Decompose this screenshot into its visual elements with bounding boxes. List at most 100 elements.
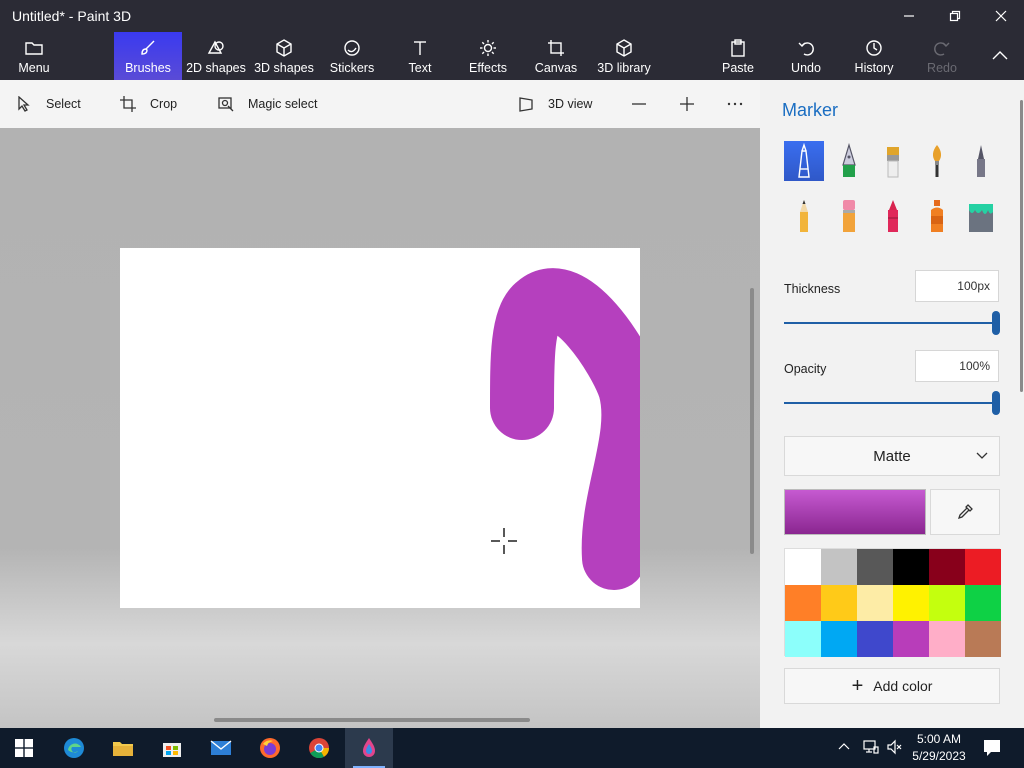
current-color-swatch[interactable] [784,489,926,535]
thickness-slider-thumb[interactable] [992,311,1000,335]
paste-button[interactable]: Paste [716,32,760,80]
taskbar-paint-3d[interactable] [345,728,393,768]
minimize-button[interactable] [886,0,932,32]
sticker-icon [344,40,360,56]
select-button[interactable]: Select [16,92,81,116]
watercolor-brush[interactable] [917,141,957,181]
color-swatch[interactable] [821,549,857,585]
paint-3d-icon [363,738,375,757]
network-tray-button[interactable] [862,738,880,761]
firefox-icon [260,738,280,758]
collapse-ribbon-button[interactable] [980,32,1020,80]
opacity-slider-track[interactable] [784,402,1000,404]
marker-brush[interactable] [784,141,824,181]
plus-icon: + [851,675,864,697]
add-color-button[interactable]: + Add color [784,668,1000,704]
taskbar-mail[interactable] [197,728,245,768]
eyedropper-button[interactable] [930,489,1000,535]
restore-button[interactable] [932,0,978,32]
tab-3d-library[interactable]: 3D library [594,32,654,80]
crosshair-cursor-icon [491,528,517,554]
color-swatch[interactable] [929,621,965,657]
close-button[interactable] [978,0,1024,32]
finish-dropdown[interactable]: Matte [784,436,1000,476]
menu-button[interactable]: Menu [4,32,64,80]
magic-select-button[interactable]: Magic select [218,92,317,116]
color-swatch[interactable] [965,621,1001,657]
thickness-input[interactable]: 100px [915,270,999,302]
taskbar-chrome[interactable] [295,728,343,768]
brush-icon [141,40,155,55]
color-swatch[interactable] [785,549,821,585]
pixel-pen-brush[interactable] [961,141,1001,181]
color-swatch[interactable] [785,621,821,657]
tab-stickers[interactable]: Stickers [324,32,380,80]
minimize-icon [904,15,914,17]
panel-scrollbar[interactable] [1020,100,1023,392]
volume-tray-button[interactable] [886,738,904,761]
cube-icon [276,39,292,57]
more-options-button[interactable] [727,92,743,116]
color-swatch[interactable] [857,585,893,621]
color-swatch[interactable] [965,549,1001,585]
zoom-in-button[interactable] [679,92,695,116]
taskbar-store[interactable] [148,728,196,768]
text-icon [414,41,426,55]
workspace[interactable] [0,128,760,728]
zoom-out-button[interactable] [631,92,647,116]
color-swatch[interactable] [785,585,821,621]
color-swatch[interactable] [929,549,965,585]
start-button[interactable] [0,728,48,768]
drawing-canvas[interactable] [120,248,640,608]
pencil-brush[interactable] [784,196,824,236]
vertical-scrollbar[interactable] [750,288,754,554]
notifications-button[interactable]: 2 [982,738,1004,763]
crop-button[interactable]: Crop [120,92,177,116]
color-swatch[interactable] [965,585,1001,621]
3d-view-button[interactable]: 3D view [518,92,592,116]
history-button[interactable]: History [850,32,898,80]
calligraphy-pen-brush[interactable] [829,141,869,181]
oil-brush[interactable] [873,141,913,181]
horizontal-scrollbar[interactable] [214,718,530,722]
color-swatch[interactable] [929,585,965,621]
taskbar-edge[interactable] [50,728,98,768]
opacity-input[interactable]: 100% [915,350,999,382]
color-swatch[interactable] [857,621,893,657]
color-swatch[interactable] [821,621,857,657]
undo-button[interactable]: Undo [784,32,828,80]
color-swatch[interactable] [893,549,929,585]
pencil-icon [800,200,808,232]
show-hidden-icons-button[interactable] [836,738,852,759]
2d-shapes-icon [207,40,224,54]
plus-icon [680,97,694,111]
oil-brush-icon [887,147,899,178]
color-swatch[interactable] [857,549,893,585]
thickness-slider-track[interactable] [784,322,1000,324]
tab-canvas[interactable]: Canvas [530,32,582,80]
store-icon [163,743,181,757]
color-swatch[interactable] [893,585,929,621]
minus-icon [632,103,646,105]
tab-text[interactable]: Text [396,32,444,80]
crayon-brush[interactable] [873,196,913,236]
tab-brushes[interactable]: Brushes [114,32,182,80]
redo-button[interactable]: Redo [920,32,964,80]
tab-effects[interactable]: Effects [462,32,514,80]
spray-can-brush[interactable] [917,196,957,236]
clipboard-icon [731,39,745,57]
taskbar-firefox[interactable] [246,728,294,768]
eraser-brush[interactable] [829,196,869,236]
notification-icon: 2 [984,740,1000,756]
opacity-slider-thumb[interactable] [992,391,1000,415]
tab-2d-shapes[interactable]: 2D shapes [186,32,246,80]
taskbar-clock[interactable]: 5:00 AM 5/29/2023 [906,731,972,765]
color-swatch[interactable] [893,621,929,657]
windows-logo-icon [15,739,33,757]
taskbar-file-explorer[interactable] [99,728,147,768]
canvas-icon [548,40,564,56]
color-swatch[interactable] [821,585,857,621]
tab-3d-shapes[interactable]: 3D shapes [254,32,314,80]
fill-brush[interactable] [961,196,1001,236]
restore-icon [949,10,961,22]
